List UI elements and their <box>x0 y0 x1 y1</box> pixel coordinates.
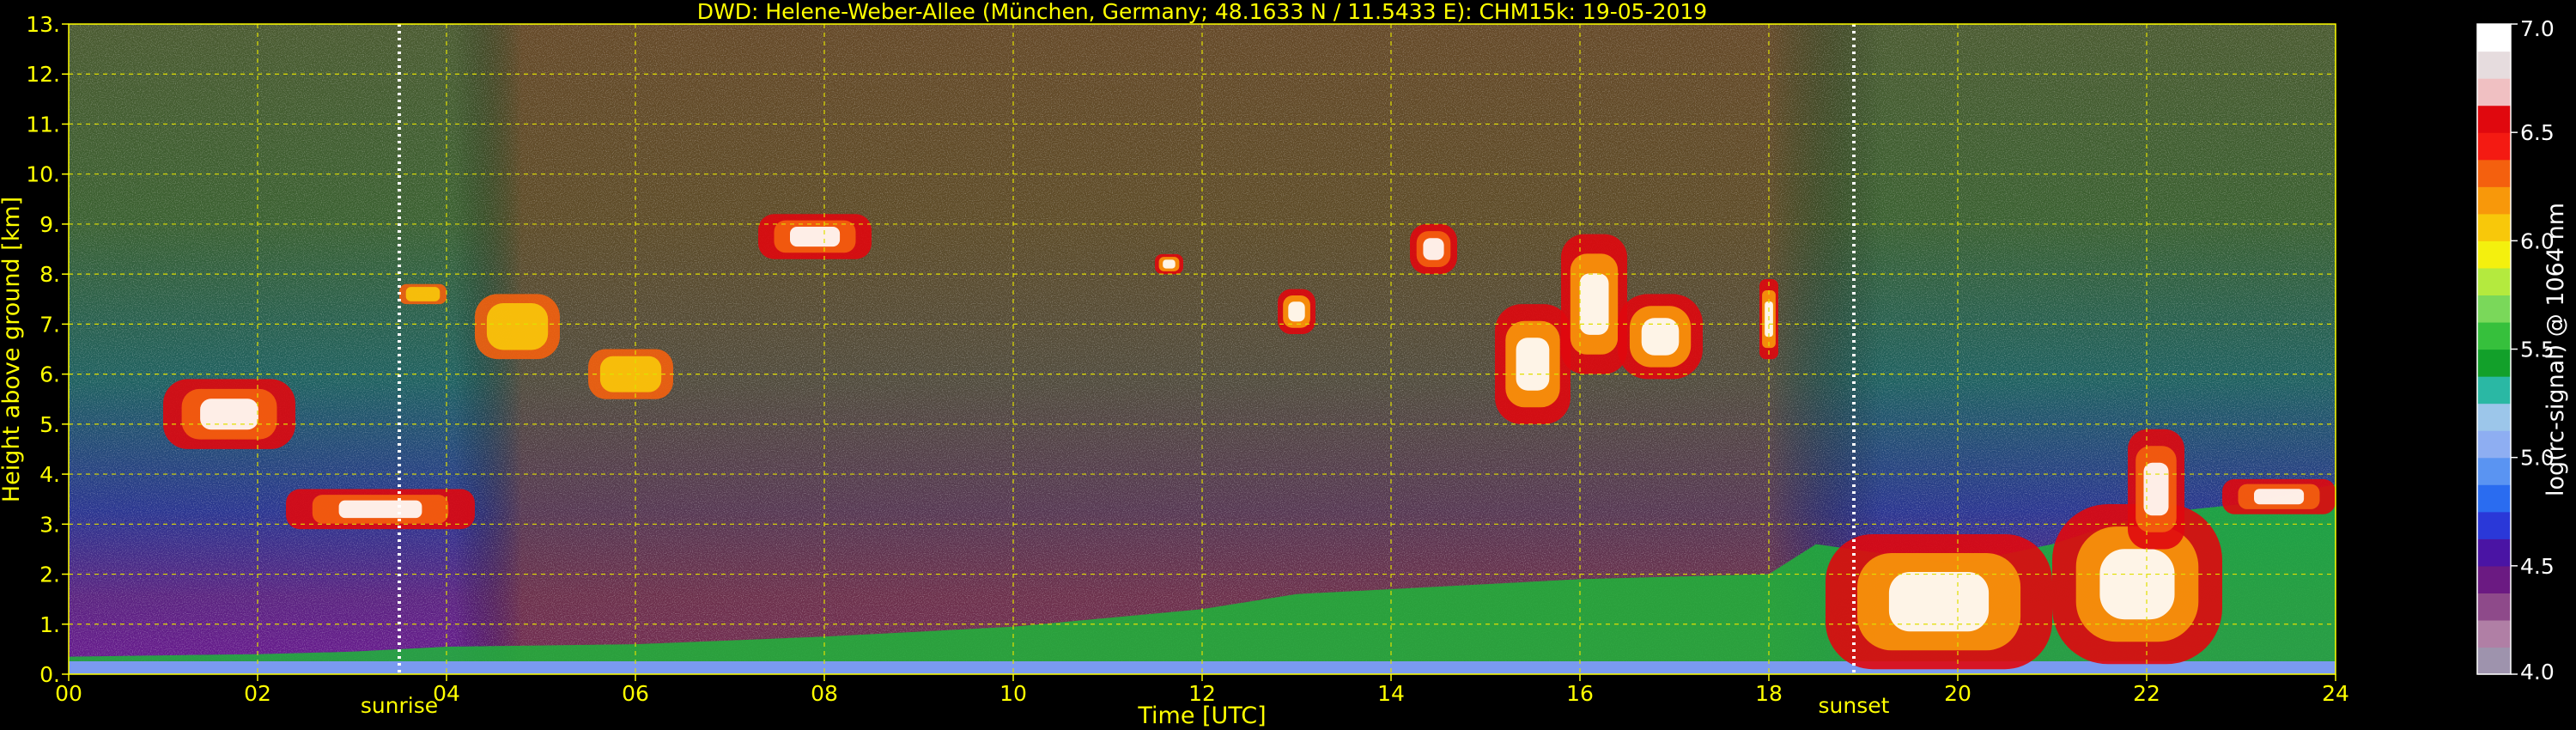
colorbar-swatch <box>2477 538 2511 567</box>
cloud-layer <box>1288 301 1305 322</box>
x-axis-label: Time [UTC] <box>1137 703 1266 729</box>
y-tick-label: 5. <box>39 412 60 437</box>
colorbar-swatch <box>2477 619 2511 648</box>
colorbar-swatch <box>2477 24 2511 52</box>
colorbar-swatch <box>2477 78 2511 106</box>
colorbar-label: log(rc-signal) @ 1064 nm <box>2543 203 2569 496</box>
cloud-layer <box>338 500 422 519</box>
x-tick-label: 10 <box>999 681 1027 706</box>
colorbar-swatch <box>2477 51 2511 79</box>
colorbar-swatch <box>2477 430 2511 459</box>
cloud-layer <box>200 398 258 430</box>
y-tick-label: 7. <box>39 312 60 337</box>
y-tick-label: 13. <box>26 12 60 37</box>
colorbar-swatch <box>2477 159 2511 187</box>
x-tick-label: 20 <box>1944 681 1971 706</box>
colorbar-swatch <box>2477 295 2511 323</box>
colorbar: 4.04.55.05.56.06.57.0 log(rc-signal) @ 1… <box>2476 16 2569 684</box>
colorbar-tick-label: 6.5 <box>2520 120 2555 145</box>
cloud-layer <box>1579 273 1609 335</box>
y-tick-label: 0. <box>39 662 60 687</box>
colorbar-swatches <box>2477 24 2511 675</box>
cloud-layer <box>1423 238 1444 260</box>
colorbar-swatch <box>2477 105 2511 133</box>
cloud-layer <box>2143 462 2169 516</box>
y-tick-label: 12. <box>26 62 60 87</box>
colorbar-tick-label: 4.0 <box>2520 660 2555 684</box>
y-axis-label: Height above ground [km] <box>0 197 25 502</box>
x-tick-label: 16 <box>1566 681 1594 706</box>
x-tick-label: 02 <box>244 681 271 706</box>
colorbar-swatch <box>2477 403 2511 431</box>
y-axis-ticks: 0. 1. 2. 3. 4. 5. 6. 7. 8. 9. 10. 11. 12. 13. <box>26 12 69 687</box>
colorbar-swatch <box>2477 647 2511 675</box>
x-tick-label: 06 <box>622 681 649 706</box>
colorbar-swatch <box>2477 186 2511 215</box>
colorbar-swatch <box>2477 511 2511 539</box>
cloud-layer <box>2099 549 2175 620</box>
colorbar-swatch <box>2477 565 2511 593</box>
colorbar-swatch <box>2477 132 2511 161</box>
colorbar-swatch <box>2477 457 2511 485</box>
cloud-layer <box>2254 489 2305 505</box>
y-tick-label: 9. <box>39 212 60 237</box>
colorbar-swatch <box>2477 240 2511 269</box>
sunset-label: sunset <box>1819 693 1890 718</box>
cloud-layer <box>790 227 841 247</box>
lidar-figure: DWD: Helene-Weber-Allee (München, German… <box>0 0 2569 729</box>
x-tick-label: 04 <box>433 681 460 706</box>
y-tick-label: 10. <box>26 162 60 187</box>
cloud-layer <box>1163 259 1176 269</box>
y-tick-label: 2. <box>39 563 60 587</box>
chart-title: DWD: Helene-Weber-Allee (München, German… <box>697 0 1707 24</box>
x-tick-label: 24 <box>2322 681 2349 706</box>
y-tick-label: 11. <box>26 112 60 137</box>
sunrise-label: sunrise <box>361 693 438 718</box>
x-tick-label: 08 <box>811 681 838 706</box>
colorbar-swatch <box>2477 593 2511 621</box>
colorbar-swatch <box>2477 376 2511 405</box>
y-tick-label: 4. <box>39 462 60 487</box>
x-tick-label: 14 <box>1377 681 1405 706</box>
cloud-layer <box>1516 338 1550 391</box>
x-tick-label: 22 <box>2133 681 2160 706</box>
colorbar-swatch <box>2477 213 2511 241</box>
colorbar-swatch <box>2477 349 2511 377</box>
colorbar-swatch <box>2477 321 2511 350</box>
colorbar-tick-label: 7.0 <box>2520 16 2555 41</box>
cloud-layer <box>405 287 440 301</box>
y-tick-label: 8. <box>39 262 60 287</box>
colorbar-swatch <box>2477 267 2511 296</box>
colorbar-swatch <box>2477 484 2511 513</box>
cloud-layer <box>1888 572 1990 632</box>
cloud-layer <box>1641 318 1680 356</box>
x-tick-label: 18 <box>1755 681 1783 706</box>
y-tick-label: 6. <box>39 362 60 387</box>
y-tick-label: 1. <box>39 612 60 637</box>
y-tick-label: 3. <box>39 512 60 537</box>
cloud-layer <box>486 303 549 350</box>
colorbar-tick-label: 4.5 <box>2520 554 2555 579</box>
